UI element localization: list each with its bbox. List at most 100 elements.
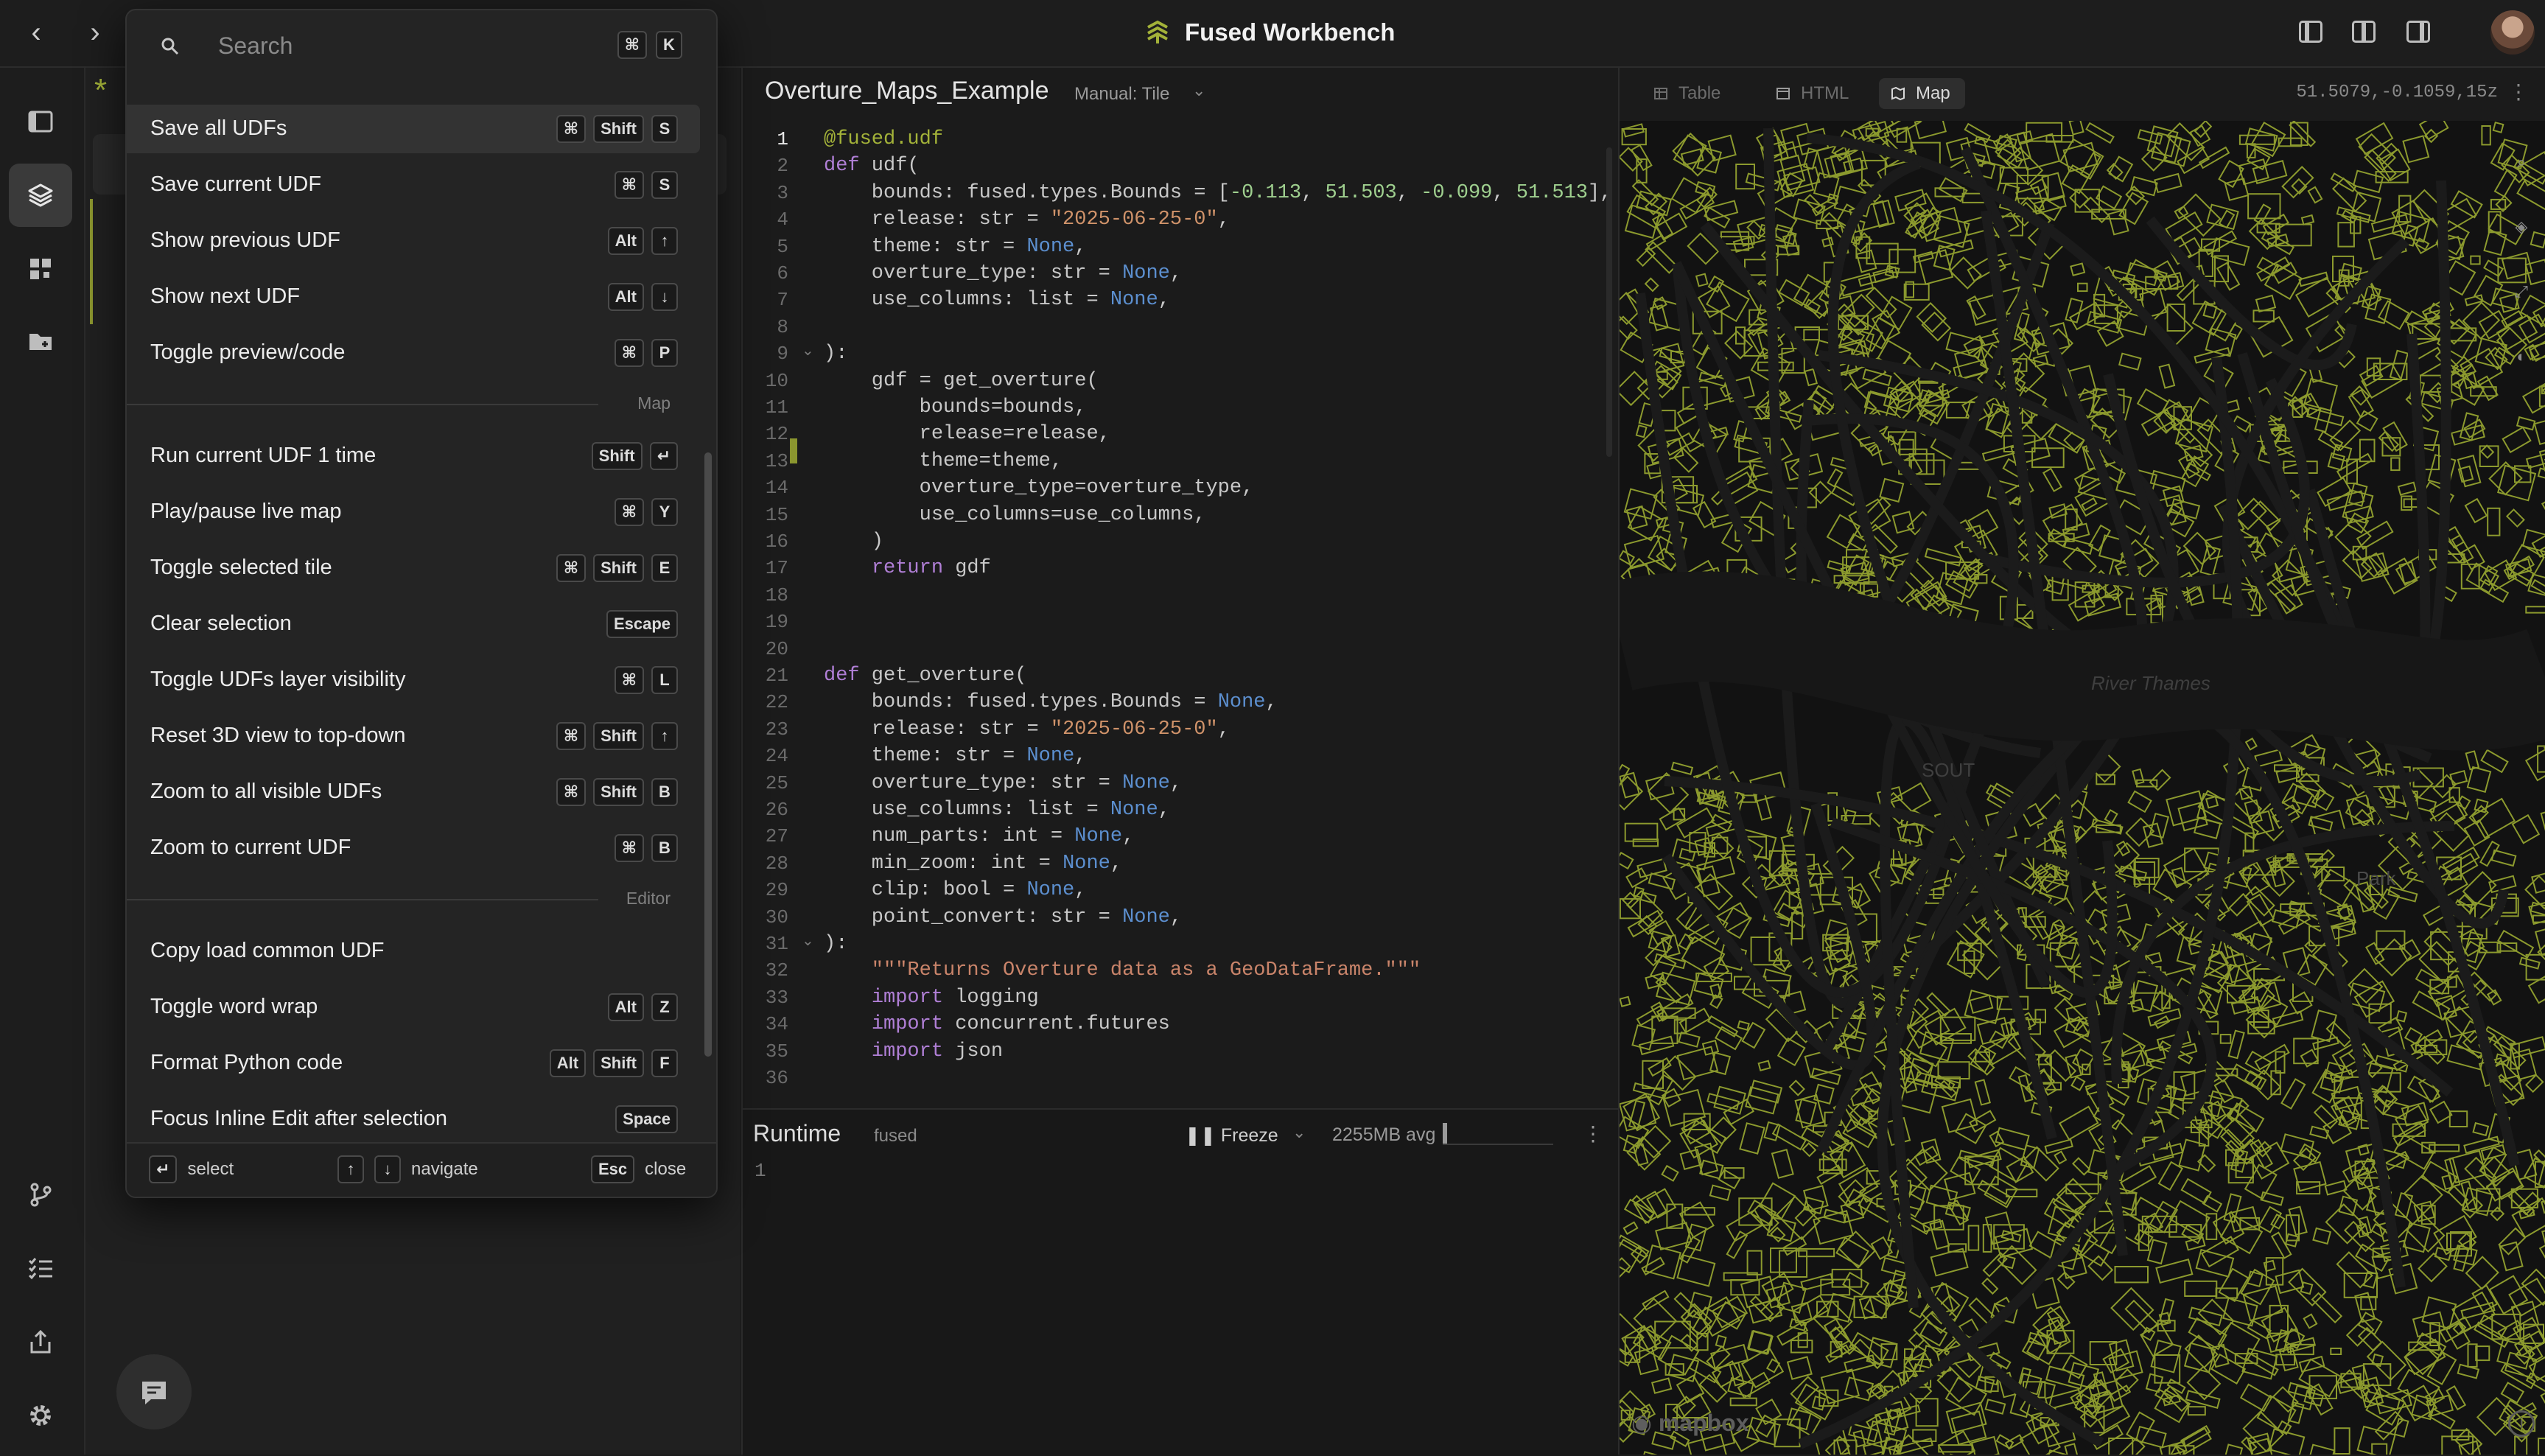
palette-command[interactable]: Focus Inline Edit after selectionSpace (127, 1095, 700, 1144)
toggle-center-panel-icon[interactable] (2352, 21, 2376, 43)
user-avatar[interactable] (2490, 10, 2535, 55)
building-outline (2429, 1145, 2459, 1152)
command-label: Focus Inline Edit after selection (150, 1107, 447, 1131)
palette-command[interactable]: Toggle preview/code⌘P (127, 329, 700, 377)
command-shortcut: ⌘Shift↑ (556, 722, 678, 750)
line-number: 15 (752, 504, 788, 526)
palette-command[interactable]: Toggle word wrapAltZ (127, 983, 700, 1032)
udf-name[interactable]: Overture_Maps_Example (765, 77, 1049, 105)
tab-html[interactable]: HTML (1764, 78, 1863, 109)
forward-chevron-icon[interactable]: › (78, 16, 112, 50)
back-chevron-icon[interactable]: ‹ (19, 16, 53, 50)
building-outline (2250, 1143, 2289, 1179)
rail-udfs[interactable] (9, 164, 72, 227)
editor-scrollbar[interactable] (1606, 147, 1612, 457)
line-number: 6 (752, 262, 788, 284)
code-line: 26 use_columns: list = None, (743, 796, 1618, 822)
building-outline (2294, 1039, 2318, 1064)
rail-sidebar-toggle[interactable] (9, 90, 72, 153)
building-outline (1624, 1222, 1637, 1234)
rail-jobs[interactable] (9, 1236, 72, 1300)
more-vertical-icon[interactable]: ⋮ (2508, 80, 2529, 104)
shortcut-key: Z (651, 993, 678, 1021)
code-text: bounds=bounds, (824, 396, 1086, 419)
building-outline (2430, 1102, 2451, 1123)
tab-map[interactable]: Map (1879, 78, 1965, 109)
runtime-panel: Runtime fused ❚❚ Freeze ⌄ 2255MB avg ⋮ 1 (743, 1108, 1618, 1456)
chevron-down-icon[interactable]: ⌄ (1292, 1123, 1306, 1142)
building-outline (2502, 1383, 2524, 1403)
palette-scrollbar[interactable] (704, 452, 712, 1057)
fused-logo-icon (1144, 18, 1172, 46)
building-outline (2540, 444, 2545, 470)
building-outline (2230, 1207, 2258, 1231)
palette-command[interactable]: Run current UDF 1 timeShift↵ (127, 432, 700, 480)
tab-html-label: HTML (1801, 83, 1849, 103)
shortcut-key: Alt (608, 227, 644, 255)
map-style-icon[interactable]: ◐ (2507, 342, 2536, 371)
building-outline (1639, 1126, 1670, 1158)
rail-apps[interactable] (9, 237, 72, 301)
code-editor[interactable]: 1@fused.udf2def udf(3 bounds: fused.type… (743, 125, 1618, 1157)
palette-search-input[interactable] (217, 27, 603, 65)
rail-share[interactable] (9, 1310, 72, 1373)
building-outline (1947, 941, 1984, 977)
building-outline (1908, 1011, 1949, 1048)
building-outline (1652, 1017, 1677, 1043)
palette-command[interactable]: Toggle selected tile⌘ShiftE (127, 544, 700, 592)
palette-command[interactable]: Toggle UDFs layer visibility⌘L (127, 656, 700, 704)
runtime-line-number: 1 (755, 1160, 766, 1182)
building-outline (2538, 469, 2545, 482)
building-outline (2194, 818, 2220, 839)
building-outline (2518, 180, 2545, 210)
building-outline (1746, 174, 1780, 191)
building-outline (1889, 250, 1915, 273)
palette-command[interactable]: Format Python codeAltShiftF (127, 1039, 700, 1088)
more-vertical-icon[interactable]: ⋮ (1583, 1121, 1603, 1146)
code-line: 35 import json (743, 1037, 1618, 1064)
fold-chevron-icon[interactable]: ⌄ (802, 931, 814, 950)
code-text: ): (824, 343, 847, 365)
map-layers-icon[interactable]: ◈ (2507, 212, 2536, 242)
building-outline (2527, 1373, 2545, 1391)
building-outline (2318, 477, 2351, 505)
chevron-down-icon[interactable]: ⌄ (1192, 81, 1205, 100)
code-text: def udf( (824, 155, 920, 177)
palette-command[interactable]: Clear selectionEscape (127, 600, 700, 648)
rail-git[interactable] (9, 1163, 72, 1226)
building-outline (2489, 876, 2516, 892)
palette-command[interactable]: Show previous UDFAlt↑ (127, 217, 700, 265)
palette-command[interactable]: Show next UDFAlt↓ (127, 273, 700, 321)
building-outline (1700, 1161, 1723, 1178)
chat-button[interactable] (116, 1354, 192, 1429)
info-icon[interactable]: i (2508, 1410, 2535, 1437)
building-outline (2541, 1379, 2545, 1415)
toggle-left-panel-icon[interactable] (2299, 21, 2322, 43)
rail-files[interactable] (9, 309, 72, 373)
palette-command[interactable]: Zoom to all visible UDFs⌘ShiftB (127, 768, 700, 816)
building-outline (2131, 177, 2157, 195)
palette-command[interactable]: Play/pause live map⌘Y (127, 488, 700, 536)
palette-command[interactable]: Reset 3D view to top-down⌘Shift↑ (127, 712, 700, 760)
building-outline (1649, 873, 1675, 889)
palette-command[interactable]: Save all UDFs⌘ShiftS (127, 105, 700, 153)
building-outline (2491, 1208, 2504, 1220)
code-line: 13 theme=theme, (743, 447, 1618, 474)
fold-chevron-icon[interactable]: ⌄ (802, 341, 814, 360)
run-mode-select[interactable]: Manual: Tile (1074, 84, 1169, 105)
tab-table[interactable]: Table (1642, 78, 1735, 109)
rail-settings[interactable] (9, 1384, 72, 1447)
palette-command[interactable]: Zoom to current UDF⌘B (127, 824, 700, 872)
map-canvas[interactable] (1620, 121, 2545, 1455)
building-outline (2230, 894, 2251, 915)
building-outline (1748, 1251, 1762, 1275)
map-expand-icon[interactable]: ⤢ (2507, 277, 2536, 307)
palette-command[interactable]: Copy load common UDF (127, 927, 700, 976)
map-search-icon[interactable]: ⌕ (2507, 147, 2536, 177)
toggle-right-panel-icon[interactable] (2406, 21, 2430, 43)
freeze-button[interactable]: ❚❚ Freeze (1185, 1124, 1278, 1147)
palette-command[interactable]: Save current UDF⌘S (127, 161, 700, 209)
line-number: 32 (752, 959, 788, 981)
building-outline (2418, 1253, 2446, 1281)
building-outline (2520, 958, 2539, 969)
